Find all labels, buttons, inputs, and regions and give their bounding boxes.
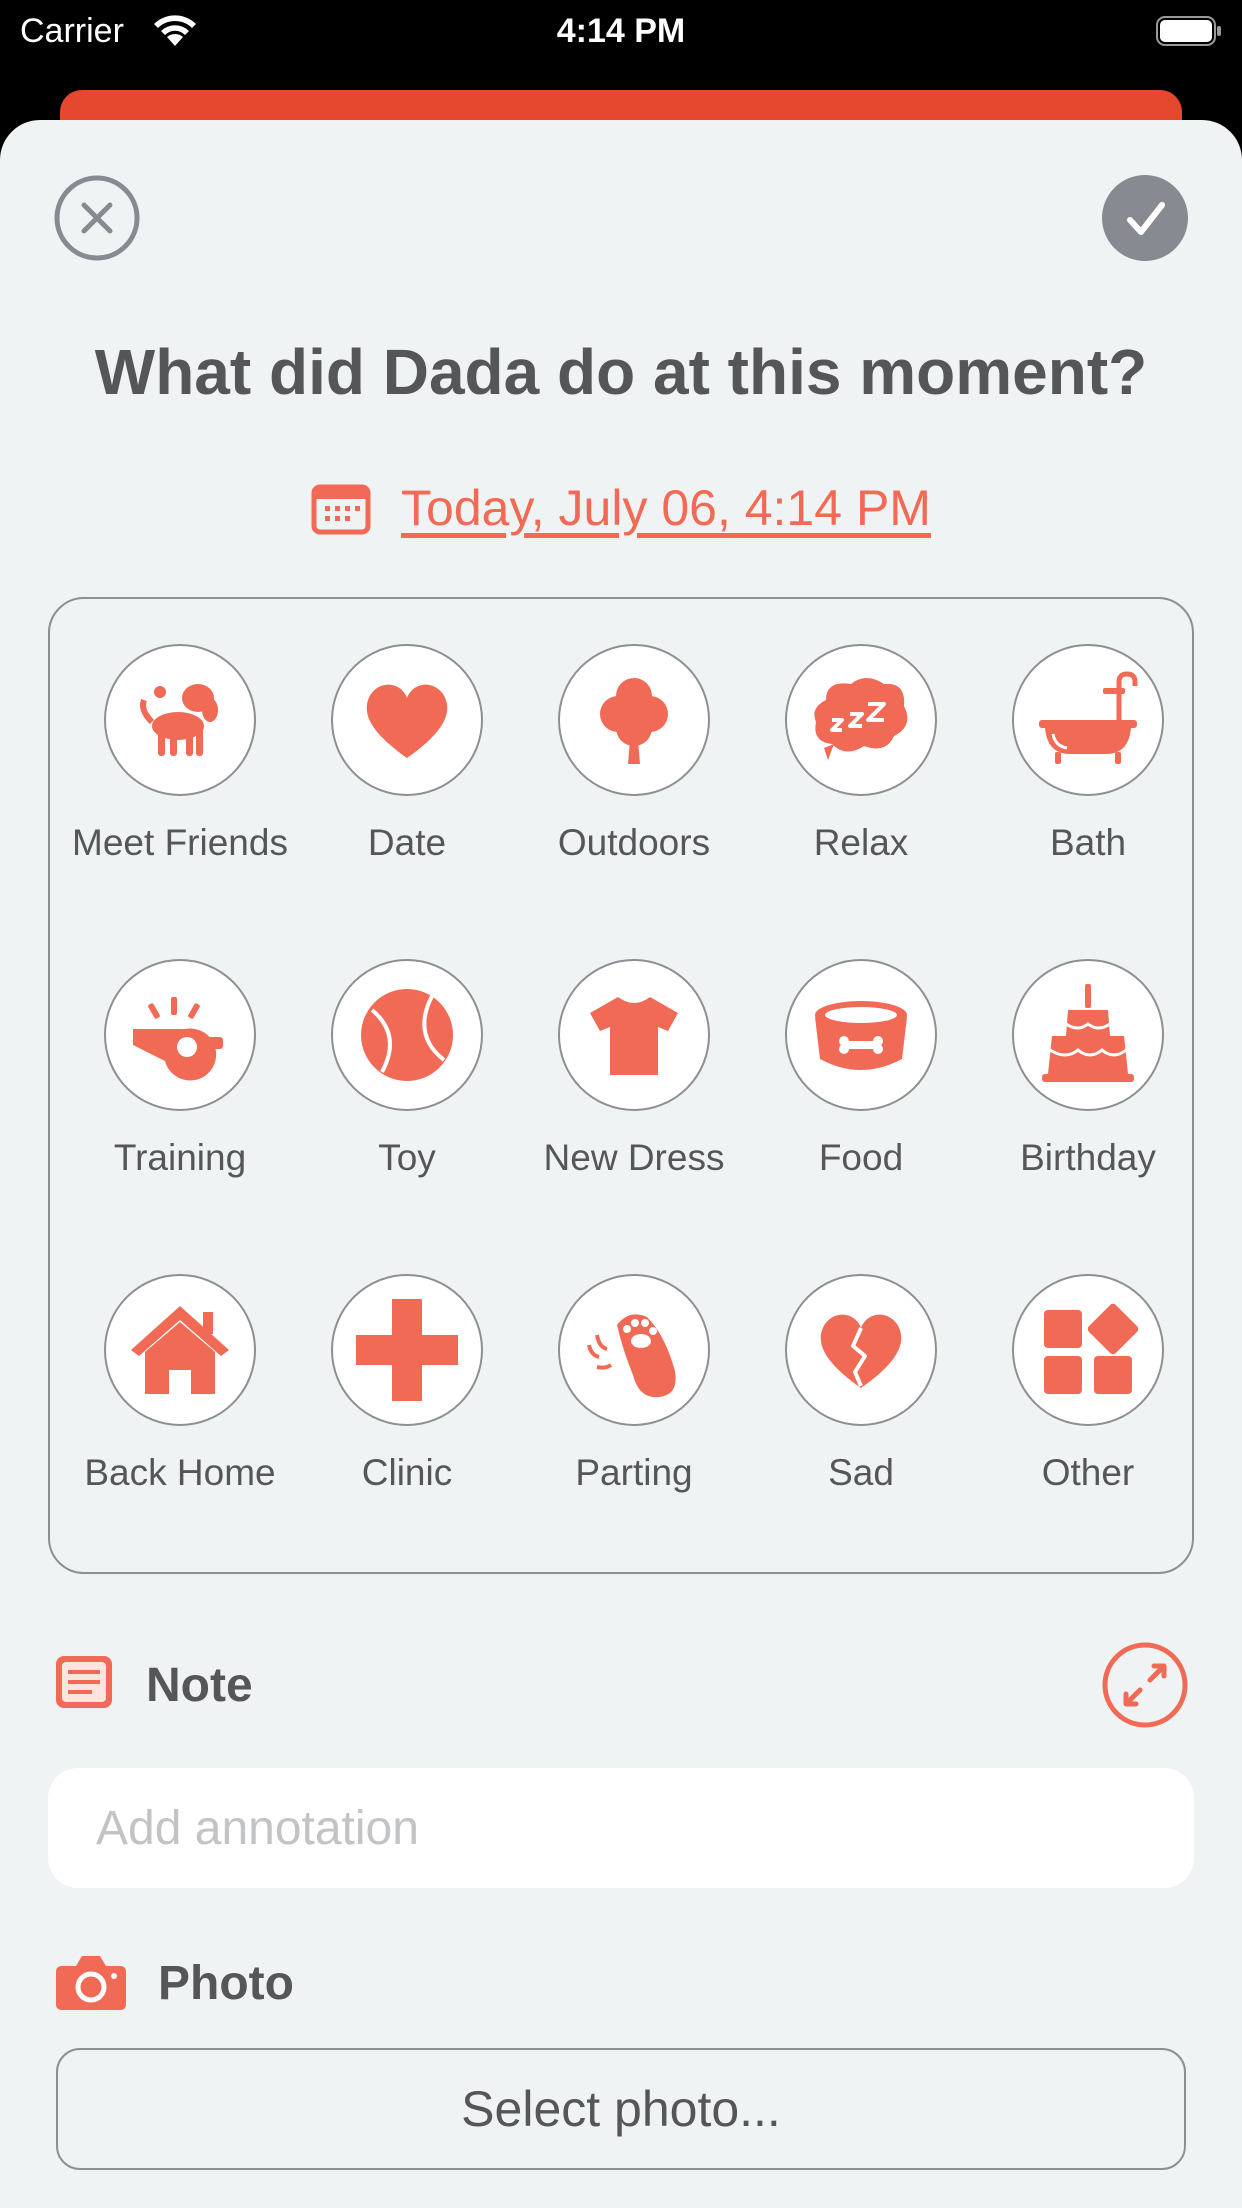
activity-circle <box>558 1274 710 1426</box>
activity-bath[interactable]: Bath <box>974 644 1202 944</box>
activity-label: Birthday <box>1020 1137 1156 1178</box>
activity-training[interactable]: Training <box>66 959 294 1259</box>
bathtub-icon <box>1039 671 1138 764</box>
activity-circle <box>331 959 483 1111</box>
activity-label: Date <box>367 822 447 863</box>
activity-label: Outdoors <box>557 822 711 863</box>
activity-label: Bath <box>1049 822 1127 863</box>
annotation-input[interactable] <box>48 1768 1194 1888</box>
activity-circle <box>558 959 710 1111</box>
note-title: Note <box>146 1659 253 1712</box>
close-button[interactable] <box>54 175 140 261</box>
status-bar: Carrier 4:14 PM <box>0 0 1242 64</box>
activity-back-home[interactable]: Back Home <box>66 1274 294 1574</box>
activity-toy[interactable]: Toy <box>293 959 521 1259</box>
cake-icon <box>1042 984 1134 1082</box>
activity-other[interactable]: Other <box>974 1274 1202 1574</box>
dog-icon <box>140 684 218 756</box>
activity-label: Toy <box>378 1137 436 1178</box>
expand-note-button[interactable] <box>1102 1642 1188 1728</box>
activity-circle <box>331 644 483 796</box>
activity-circle <box>785 644 937 796</box>
activity-food[interactable]: Food <box>747 959 975 1259</box>
grid-shapes-icon <box>1044 1303 1138 1394</box>
ball-icon <box>361 989 453 1081</box>
activity-grid: Meet Friends Date Outdoors Relax Bath Tr… <box>48 597 1194 1574</box>
food-bowl-icon <box>815 1001 907 1070</box>
house-icon <box>131 1306 229 1394</box>
activity-meet-friends[interactable]: Meet Friends <box>66 644 294 944</box>
close-icon <box>54 175 140 261</box>
activity-label: Sad <box>828 1452 894 1493</box>
battery-icon <box>1156 16 1221 46</box>
page-title: What did Dada do at this moment? <box>94 336 1148 408</box>
activity-date[interactable]: Date <box>293 644 521 944</box>
activity-circle <box>1012 1274 1164 1426</box>
activity-circle <box>104 644 256 796</box>
date-selector[interactable]: Today, July 06, 4:14 PM <box>0 478 1242 538</box>
done-button[interactable] <box>1102 175 1188 261</box>
activity-label: Parting <box>575 1452 693 1493</box>
activity-label: Food <box>818 1137 904 1178</box>
activity-parting[interactable]: Parting <box>520 1274 748 1574</box>
activity-circle <box>785 1274 937 1426</box>
date-link[interactable]: Today, July 06, 4:14 PM <box>401 479 931 537</box>
activity-sad[interactable]: Sad <box>747 1274 975 1574</box>
photo-title: Photo <box>158 1957 294 2010</box>
activity-circle <box>1012 959 1164 1111</box>
note-icon <box>56 1656 112 1708</box>
paw-wave-icon <box>587 1314 676 1398</box>
activity-clinic[interactable]: Clinic <box>293 1274 521 1574</box>
whistle-icon <box>133 997 223 1081</box>
expand-icon <box>1102 1642 1188 1728</box>
activity-label: Meet Friends <box>72 822 288 863</box>
activity-birthday[interactable]: Birthday <box>974 959 1202 1259</box>
select-photo-button[interactable]: Select photo... <box>56 2048 1186 2170</box>
activity-circle <box>104 1274 256 1426</box>
note-section-header: Note <box>54 1642 1188 1728</box>
heart-icon <box>366 684 448 758</box>
activity-new-dress[interactable]: New Dress <box>520 959 748 1259</box>
activity-outdoors[interactable]: Outdoors <box>520 644 748 944</box>
activity-label: Clinic <box>361 1452 453 1493</box>
activity-circle <box>104 959 256 1111</box>
activity-circle <box>331 1274 483 1426</box>
tree-icon <box>600 678 668 764</box>
activity-label: Relax <box>813 822 909 863</box>
calendar-icon <box>311 484 371 535</box>
activity-label: New Dress <box>543 1137 725 1178</box>
clock: 4:14 PM <box>556 12 686 50</box>
broken-heart-icon <box>820 1314 902 1388</box>
sleep-bubble-icon <box>814 678 908 760</box>
photo-section-header: Photo <box>54 1950 654 2020</box>
activity-label: Other <box>1041 1452 1135 1493</box>
camera-icon <box>56 1956 126 2010</box>
shirt-icon <box>590 997 678 1075</box>
medical-cross-icon <box>356 1299 458 1401</box>
activity-circle <box>785 959 937 1111</box>
activity-relax[interactable]: Relax <box>747 644 975 944</box>
activity-circle <box>1012 644 1164 796</box>
checkmark-icon <box>1127 202 1165 235</box>
activity-label: Back Home <box>84 1452 276 1493</box>
activity-circle <box>558 644 710 796</box>
activity-label: Training <box>113 1137 247 1178</box>
